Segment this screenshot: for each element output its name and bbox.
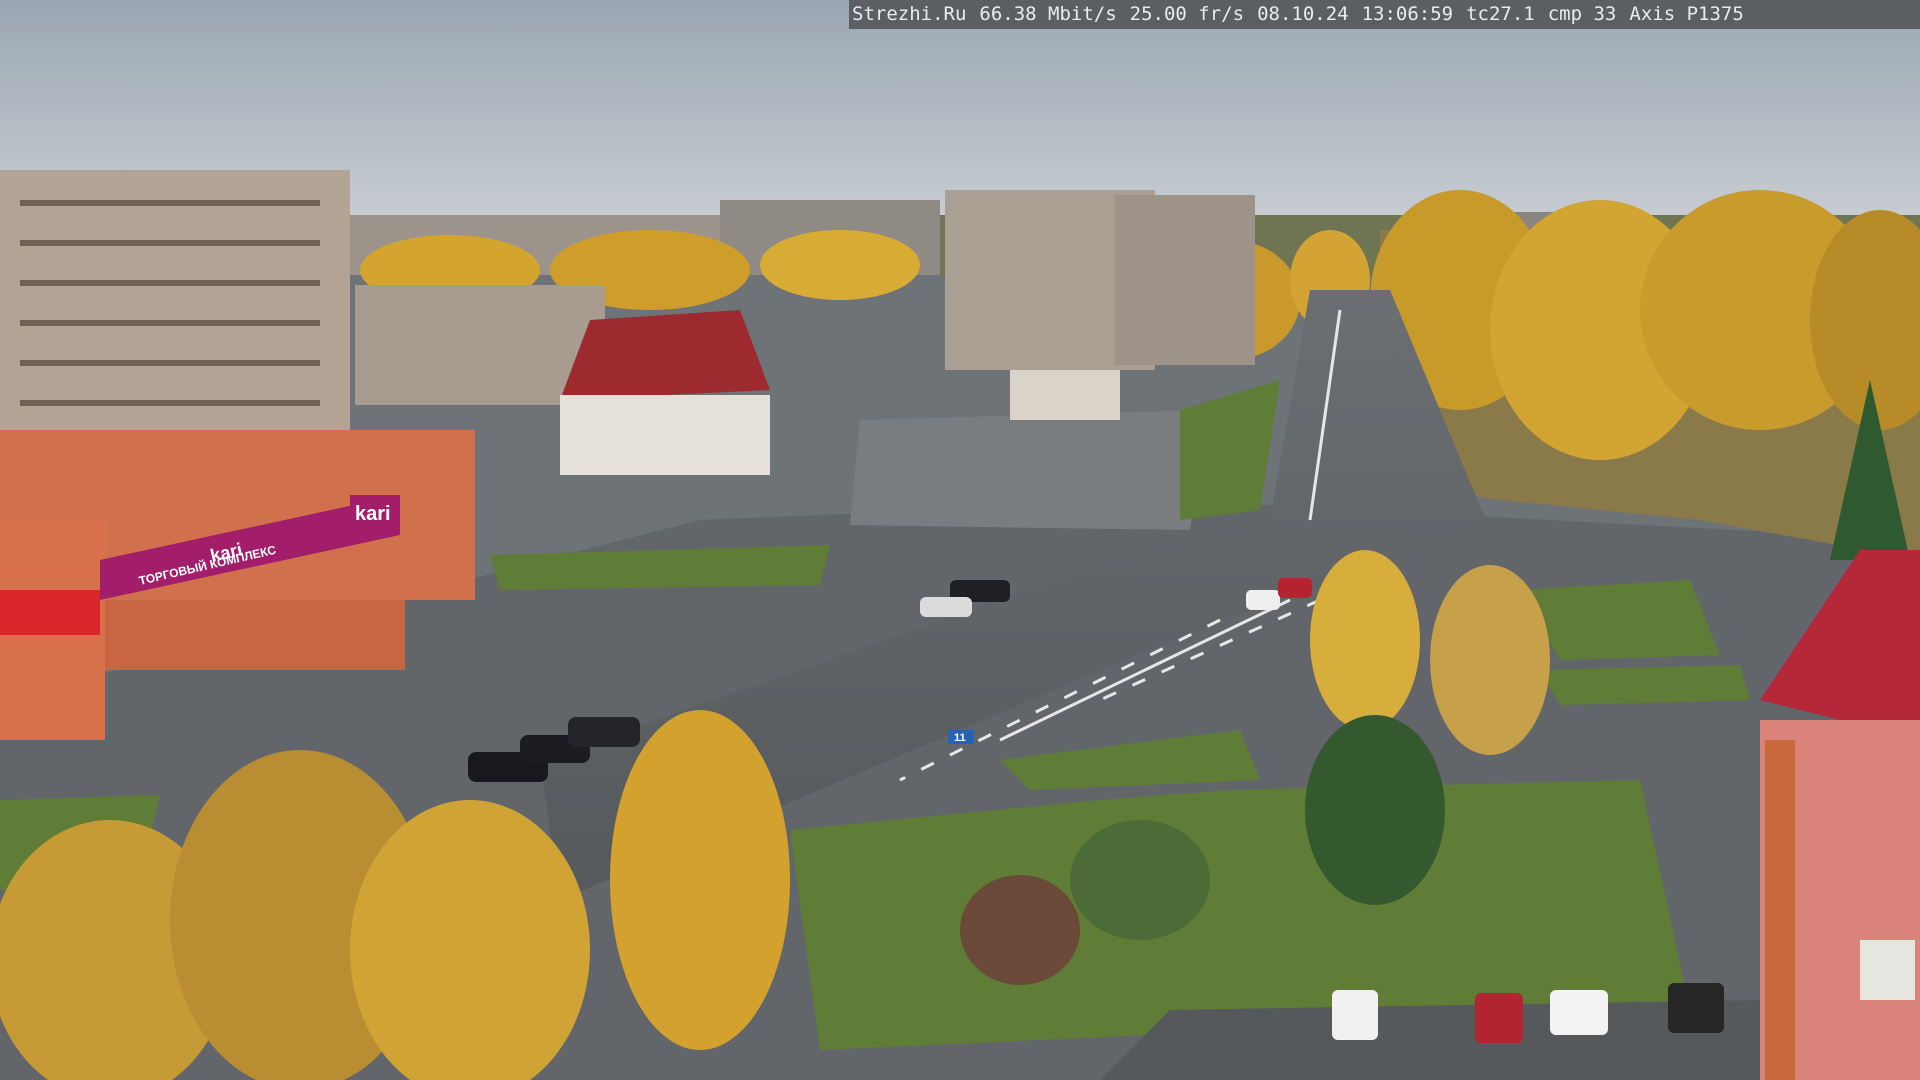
overlay-cmp: cmp 33 [1547, 3, 1617, 25]
street-view: kari ТОРГОВЫЙ КОМПЛЕКС kari 11 [0, 0, 1920, 1080]
overlay-framerate: 25.00 fr/s [1129, 3, 1245, 25]
webcam-scene: kari ТОРГОВЫЙ КОМПЛЕКС kari 11 [0, 0, 1920, 1080]
center-tower-block [945, 190, 1255, 370]
town-square [850, 410, 1210, 530]
bottom-parking-lot [1100, 1000, 1760, 1080]
store-logo-text: kari [355, 503, 391, 525]
red-roof-building [560, 310, 770, 475]
overlay-tc: tc27.1 [1466, 3, 1535, 25]
overlay-time: 13:06:59 [1361, 3, 1454, 25]
camera-overlay: Strezhi.Ru 66.38 Mbit/s 25.00 fr/s 08.10… [849, 0, 1920, 29]
overlay-date: 08.10.24 [1257, 3, 1349, 25]
overlay-bitrate: 66.38 Mbit/s [979, 3, 1117, 25]
square-pavilion [1010, 370, 1120, 420]
overlay-camera: Axis P1375 [1629, 3, 1744, 25]
lane-sign-text: 11 [954, 732, 966, 744]
overlay-site: Strezhi.Ru [852, 3, 967, 25]
